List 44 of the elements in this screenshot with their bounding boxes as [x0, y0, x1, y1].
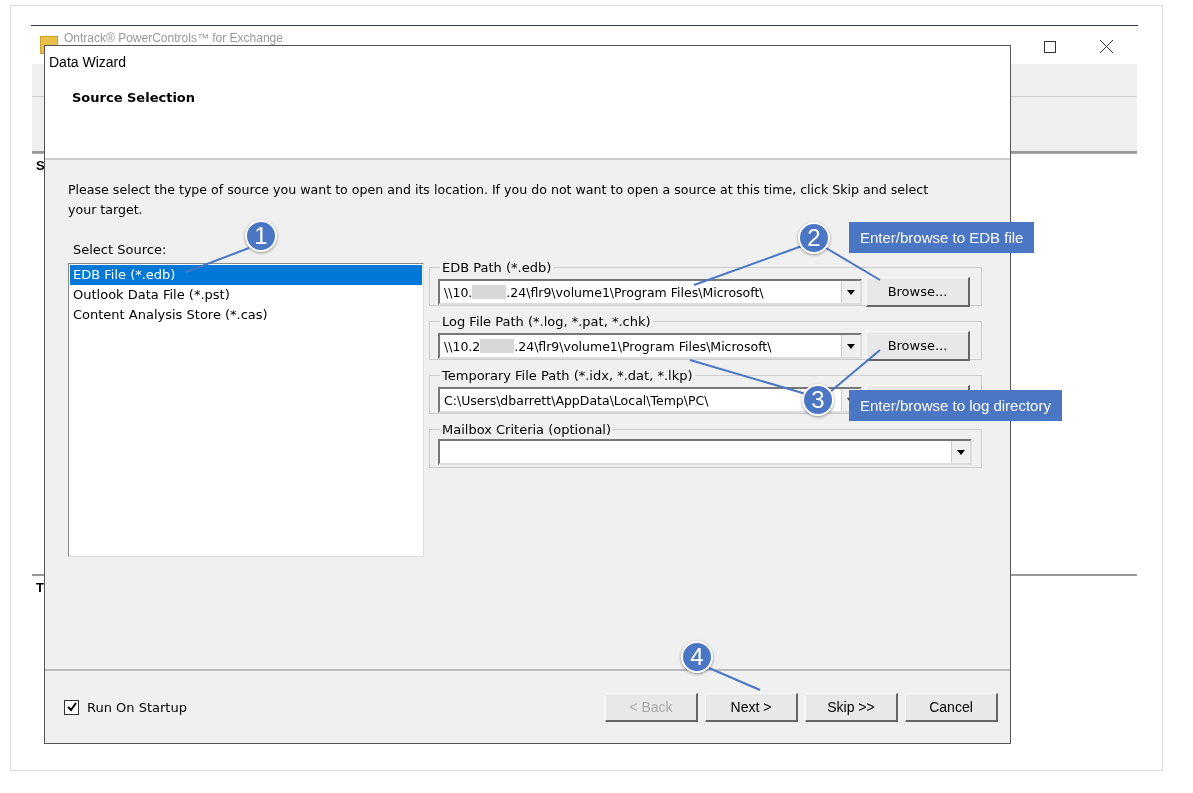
window-title: Ontrack® PowerControls™ for Exchange — [64, 32, 283, 44]
path-text: \\10.2 — [444, 338, 481, 354]
dropdown-button[interactable] — [841, 281, 860, 303]
path-combo[interactable]: \\10. .24\flr9\volume1\Program Files\Microsoft\ — [438, 279, 862, 305]
instructions: Please select the type of source you want to open and its location. If you do not want to open a source at this time, click Skip and select your target. — [68, 181, 930, 219]
wizard-button[interactable]: Skip >> — [805, 692, 898, 722]
callout-tooltip: Enter/browse to EDB file — [849, 222, 1035, 253]
check-icon — [66, 702, 77, 712]
browse-button[interactable]: Browse... — [866, 277, 970, 307]
path-text: .24\flr9\volume1\Program Files\Microsoft\ — [506, 284, 764, 300]
callout-tooltip: Enter/browse to log directory — [849, 390, 1062, 421]
leader-line — [825, 247, 881, 281]
maximize-icon[interactable] — [1044, 40, 1056, 53]
browse-button[interactable]: Browse... — [866, 331, 970, 361]
pane-header: S — [35, 157, 46, 173]
checkbox-label: Run On Startup — [87, 699, 187, 715]
caret-icon — [847, 289, 855, 295]
group-label: EDB Path (*.edb) — [441, 260, 553, 275]
group-label: Temporary File Path (*.idx, *.dat, *.lkp) — [441, 368, 694, 383]
path-text: C:\Users\dbarrett\AppData\Local\Temp\PC\ — [444, 392, 709, 408]
page-heading: Source Selection — [71, 90, 196, 105]
close-icon[interactable] — [1100, 40, 1113, 53]
pane-header: T — [35, 579, 45, 595]
path-combo[interactable]: \\10.2 .24\flr9\volume1\Program Files\Microsoft\ — [438, 333, 862, 359]
source-label: Select Source: — [72, 242, 168, 257]
path-text: .24\flr9\volume1\Program Files\Microsoft\ — [514, 338, 772, 354]
dialog-title: Data Wizard — [49, 54, 127, 70]
group-label: Mailbox Criteria (optional) — [441, 422, 613, 437]
source-item[interactable]: Content Analysis Store (*.cas) — [70, 305, 422, 325]
wizard-button[interactable]: Cancel — [905, 692, 998, 722]
group-label: Log File Path (*.log, *.pat, *.chk) — [441, 314, 652, 329]
path-combo[interactable] — [438, 439, 972, 465]
leader-line — [185, 247, 250, 273]
path-text: \\10. — [444, 284, 473, 300]
wizard-button[interactable]: Next > — [705, 692, 798, 722]
leader-line — [829, 349, 881, 393]
dropdown-button[interactable] — [841, 335, 860, 357]
leader-line — [708, 667, 761, 691]
caret-icon — [847, 343, 855, 349]
checkbox[interactable] — [64, 699, 79, 715]
caret-icon — [957, 449, 965, 455]
source-item[interactable]: Outlook Data File (*.pst) — [70, 285, 422, 305]
source-item[interactable]: EDB File (*.edb) — [70, 265, 422, 285]
dropdown-button[interactable] — [951, 441, 970, 463]
